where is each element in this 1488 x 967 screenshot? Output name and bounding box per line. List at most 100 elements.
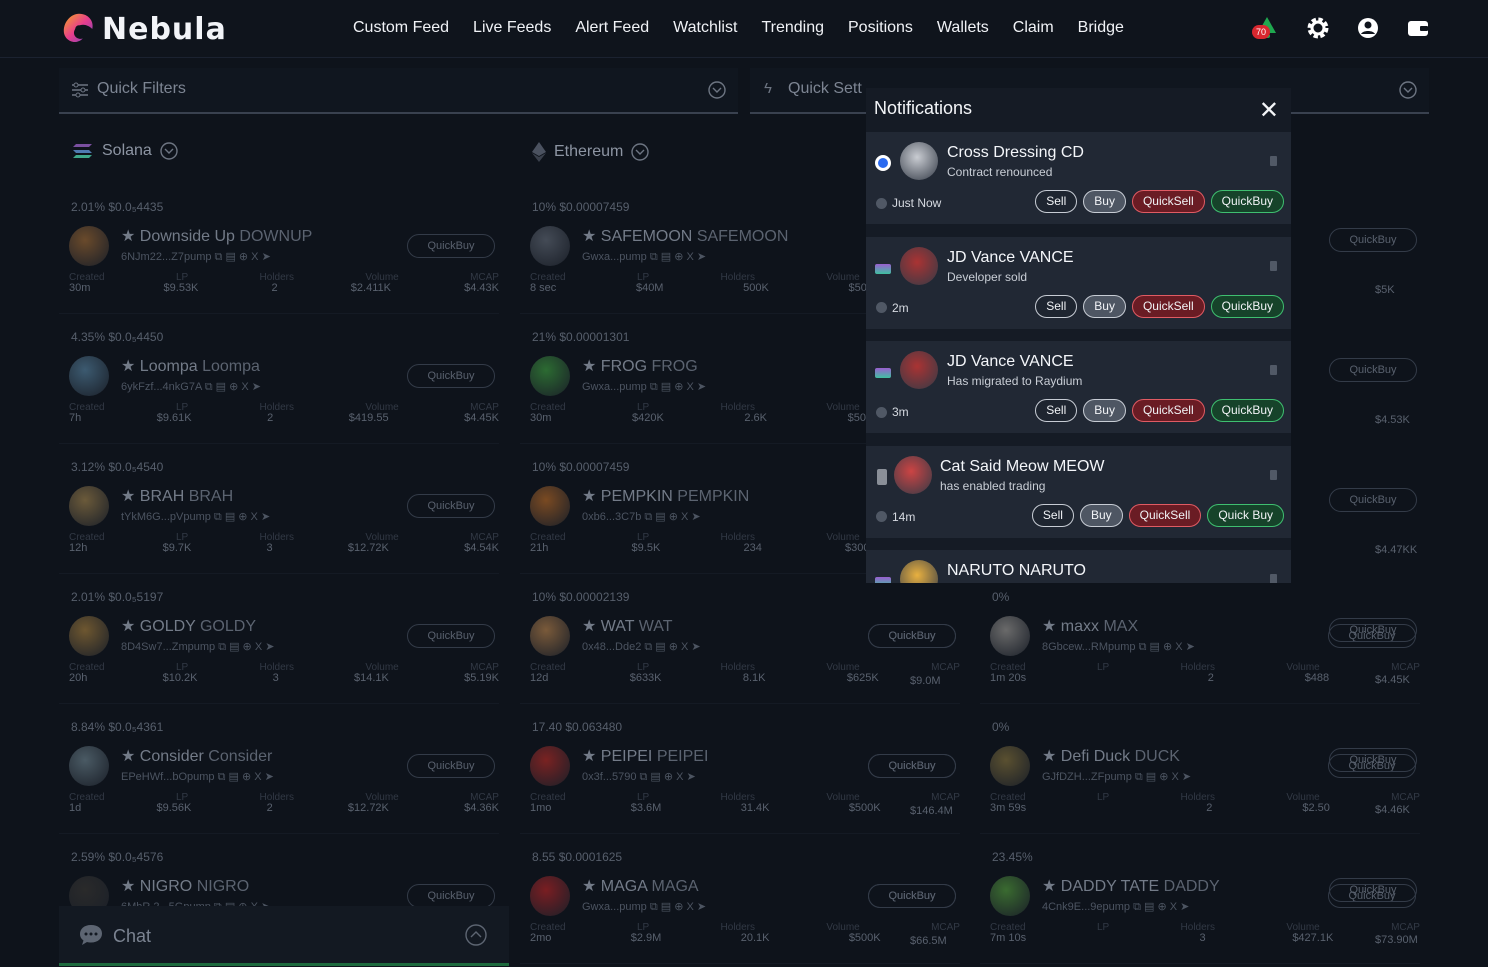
token-card[interactable]: 0% ★ maxx MAX 8Gbcew...RMpump ⧉ ▤ ⊕ X ➤ Qui… [980, 580, 1420, 704]
token-name[interactable]: ★ GOLDY GOLDY [121, 616, 256, 636]
token-address[interactable]: 8Gbcew...RMpump ⧉ ▤ ⊕ X ➤ [1042, 640, 1195, 654]
chevron-down-icon[interactable] [1399, 81, 1417, 99]
star-icon[interactable]: ★ [121, 358, 140, 375]
quickbuy-button[interactable]: QuickBuy [868, 884, 956, 908]
token-card[interactable]: 2.01% $0.0₅5197 ★ GOLDY GOLDY 8D4Sw7...Zmp… [59, 580, 499, 704]
token-name[interactable]: ★ WAT WAT [582, 616, 672, 636]
token-name[interactable]: ★ maxx MAX [1042, 616, 1138, 636]
sell-button[interactable]: Sell [1035, 294, 1078, 318]
notification-item[interactable]: JD Vance VANCE Has migrated to Raydium 3m S… [866, 341, 1291, 433]
ethereum-chain-selector[interactable]: Ethereum [532, 142, 650, 162]
trash-icon[interactable] [1270, 260, 1277, 271]
token-card[interactable]: 8.84% $0.0₅4361 ★ Consider Consider EPeHWf… [59, 710, 499, 834]
star-icon[interactable]: ★ [582, 358, 601, 375]
sell-button[interactable]: Sell [1031, 503, 1074, 527]
quickbuy-button[interactable]: QuickBuy [407, 754, 495, 778]
wallet-icon[interactable] [1406, 16, 1430, 40]
quickbuy-button[interactable]: QuickBuy [407, 624, 495, 648]
buy-button[interactable]: Buy [1083, 294, 1126, 318]
star-icon[interactable]: ★ [121, 878, 140, 895]
quick-filters-bar[interactable]: Quick Filters [59, 68, 738, 114]
token-address[interactable]: 6ykFzf...4nkG7A ⧉ ▤ ⊕ X ➤ [121, 380, 261, 394]
token-address[interactable]: EPeHWf...bOpump ⧉ ▤ ⊕ X ➤ [121, 770, 274, 784]
token-address[interactable]: tYkM6G...pVpump ⧉ ▤ ⊕ X ➤ [121, 510, 270, 524]
star-icon[interactable]: ★ [1042, 618, 1061, 635]
token-address[interactable]: 0x3f...5790 ⧉ ▤ ⊕ X ➤ [582, 770, 696, 784]
buy-button[interactable]: Buy [1083, 399, 1126, 422]
token-name[interactable]: ★ BRAH BRAH [121, 486, 233, 506]
token-address[interactable]: 0xb6...3C7b ⧉ ▤ ⊕ X ➤ [582, 510, 701, 524]
bell-alert-icon[interactable]: 70 [1252, 15, 1280, 41]
token-name[interactable]: ★ PEMPKIN PEMPKIN [582, 486, 749, 506]
trash-icon[interactable] [1270, 365, 1277, 375]
token-address[interactable]: Gwxa...pump ⧉ ▤ ⊕ X ➤ [582, 900, 706, 914]
trash-icon[interactable] [1270, 574, 1277, 583]
token-card[interactable]: 2.01% $0.0₅4435 ★ Downside Up DOWNUP 6NJm2… [59, 190, 499, 314]
quickbuy-button[interactable]: QuickBuy [868, 754, 956, 778]
trash-icon[interactable] [1270, 469, 1277, 480]
quicksell-button[interactable]: QuickSell [1131, 190, 1205, 213]
nav-alert-feed[interactable]: Alert Feed [575, 19, 649, 37]
trash-icon[interactable] [1270, 156, 1277, 166]
token-name[interactable]: ★ Defi Duck DUCK [1042, 746, 1180, 766]
token-address[interactable]: GJfDZH...ZFpump ⧉ ▤ ⊕ X ➤ [1042, 770, 1191, 784]
quicksell-button[interactable]: QuickSell [1131, 294, 1205, 318]
solana-chain-selector[interactable]: Solana [72, 142, 178, 160]
notification-item[interactable]: Cat Said Meow MEOW has enabled trading 14m… [866, 445, 1291, 538]
star-icon[interactable]: ★ [121, 488, 140, 505]
quickbuy-button[interactable]: QuickBuy [1210, 294, 1284, 318]
token-address[interactable]: 0x48...Dde2 ⧉ ▤ ⊕ X ➤ [582, 640, 701, 654]
buy-button[interactable]: Buy [1079, 503, 1123, 527]
quickbuy-button[interactable]: Quick Buy [1207, 503, 1284, 527]
quickbuy-button[interactable]: QuickBuy [407, 234, 495, 258]
quickbuy-button[interactable]: QuickBuy [407, 884, 495, 908]
token-name[interactable]: ★ NIGRO NIGRO [121, 876, 249, 896]
token-address[interactable]: 6NJm22...Z7pump ⧉ ▤ ⊕ X ➤ [121, 250, 271, 264]
close-icon[interactable]: ✕ [1259, 96, 1279, 125]
quickbuy-button[interactable]: QuickBuy [407, 494, 495, 518]
quicksell-button[interactable]: QuickSell [1128, 503, 1202, 527]
token-name[interactable]: ★ Consider Consider [121, 746, 272, 766]
token-address[interactable]: 4Cnk9E...9epump ⧉ ▤ ⊕ X ➤ [1042, 900, 1189, 914]
quickbuy-button[interactable]: QuickBuy [1329, 488, 1417, 512]
quickbuy-button[interactable]: QuickBuy [1210, 399, 1284, 422]
nebula-logo[interactable]: Nebula [60, 10, 227, 48]
chat-panel[interactable]: Chat [59, 906, 509, 966]
notification-item[interactable]: NARUTO NARUTO [866, 550, 1291, 583]
nav-bridge[interactable]: Bridge [1078, 19, 1124, 37]
nav-custom-feed[interactable]: Custom Feed [353, 19, 449, 37]
quickbuy-button[interactable]: QuickBuy [1329, 748, 1417, 772]
chevron-up-icon[interactable] [465, 924, 487, 946]
user-icon[interactable] [1356, 16, 1380, 40]
star-icon[interactable]: ★ [582, 488, 601, 505]
star-icon[interactable]: ★ [582, 748, 601, 765]
nav-wallets[interactable]: Wallets [937, 19, 989, 37]
quickbuy-button[interactable]: QuickBuy [1210, 190, 1284, 213]
quickbuy-button[interactable]: QuickBuy [407, 364, 495, 388]
quickbuy-button[interactable]: QuickBuy [868, 624, 956, 648]
buy-button[interactable]: Buy [1083, 190, 1126, 213]
token-card[interactable]: 0% ★ Defi Duck DUCK GJfDZH...ZFpump ⧉ ▤ ⊕ … [980, 710, 1420, 834]
quickbuy-button[interactable]: QuickBuy [1329, 878, 1417, 902]
token-name[interactable]: ★ DADDY TATE DADDY [1042, 876, 1220, 896]
star-icon[interactable]: ★ [582, 878, 601, 895]
star-icon[interactable]: ★ [582, 618, 601, 635]
token-name[interactable]: ★ SAFEMOON SAFEMOON [582, 226, 788, 246]
token-card[interactable]: 3.12% $0.0₅4540 ★ BRAH BRAH tYkM6G...pVpum… [59, 450, 499, 574]
star-icon[interactable]: ★ [121, 748, 140, 765]
gear-icon[interactable] [1306, 16, 1330, 40]
sell-button[interactable]: Sell [1035, 399, 1078, 422]
nav-trending[interactable]: Trending [761, 19, 824, 37]
token-address[interactable]: 8D4Sw7...Zmpump ⧉ ▤ ⊕ X ➤ [121, 640, 274, 654]
notification-item[interactable]: Cross Dressing CD Contract renounced Just … [866, 132, 1291, 224]
sell-button[interactable]: Sell [1035, 190, 1078, 213]
token-card[interactable]: 4.35% $0.0₅4450 ★ Loompa Loompa 6ykFzf...4… [59, 320, 499, 444]
chevron-down-icon[interactable] [708, 81, 726, 99]
star-icon[interactable]: ★ [121, 228, 140, 245]
nav-watchlist[interactable]: Watchlist [673, 19, 737, 37]
quicksell-button[interactable]: QuickSell [1131, 399, 1205, 422]
quickbuy-button[interactable]: QuickBuy [1329, 618, 1417, 642]
notification-item[interactable]: JD Vance VANCE Developer sold 2m Sell Buy Qui… [866, 236, 1291, 329]
token-name[interactable]: ★ MAGA MAGA [582, 876, 699, 896]
nav-claim[interactable]: Claim [1013, 19, 1054, 37]
